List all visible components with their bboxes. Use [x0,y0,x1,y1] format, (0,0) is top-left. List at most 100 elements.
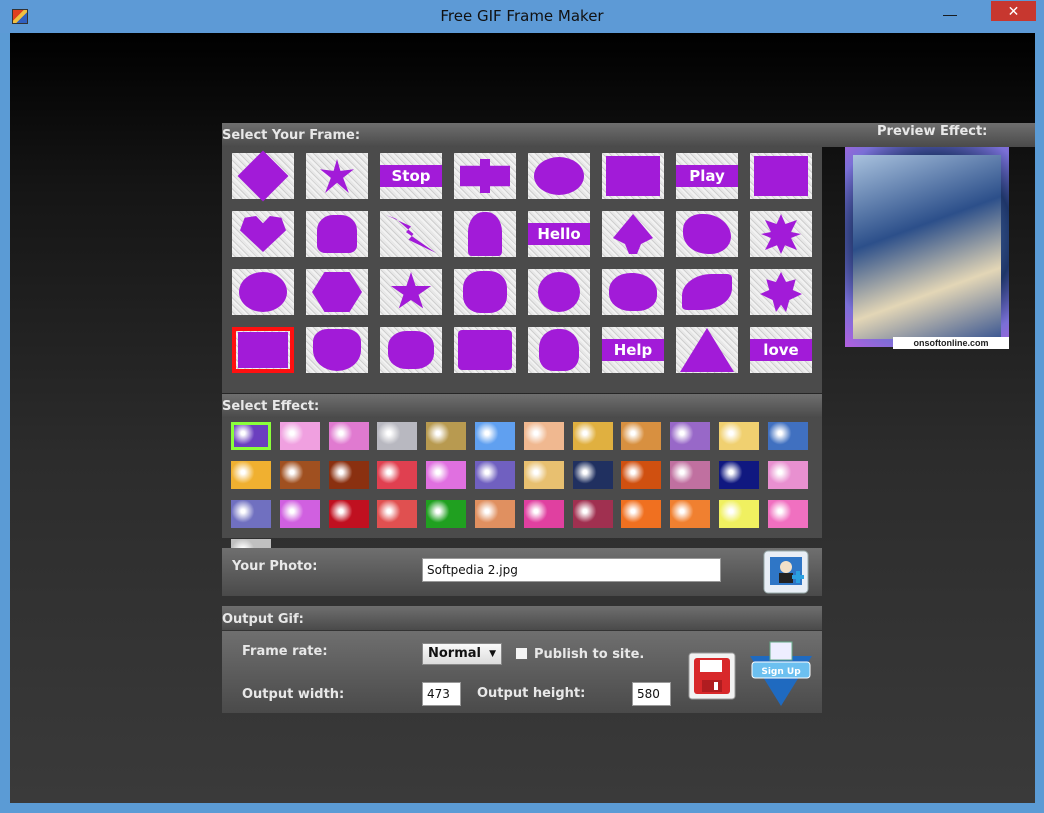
effect-option[interactable] [279,461,320,489]
leaf-shape [682,274,732,310]
effect-option[interactable] [426,461,467,489]
effect-option[interactable] [231,422,271,450]
frame-option-play[interactable]: Play [676,153,738,199]
effect-option[interactable] [572,461,613,489]
effect-option[interactable] [328,500,369,528]
frame-option-hello[interactable]: Hello [528,211,590,257]
frame-option-seal[interactable] [528,269,590,315]
frame-option-square-alt[interactable] [750,153,812,199]
effect-option[interactable] [719,422,759,450]
output-header-bar [222,606,822,630]
frame-option-square[interactable] [602,153,664,199]
app-window: Free GIF Frame Maker — ✕ Select Your Fra… [0,0,1044,813]
effect-option[interactable] [670,461,711,489]
frame-option-starburst[interactable] [306,153,368,199]
triangle-shape [680,328,734,372]
frame-option-club[interactable] [306,211,368,257]
save-gif-button[interactable] [688,652,736,700]
frame-option-star-badge[interactable] [750,211,812,257]
effect-option[interactable] [475,422,515,450]
frame-option-rounded-square[interactable] [454,327,516,373]
preview-heading: Preview Effect: [877,124,988,139]
effect-option[interactable] [621,422,662,450]
effect-option[interactable] [572,500,613,528]
frame-option-diamond[interactable] [232,150,294,202]
frame-option-heart[interactable] [232,211,294,257]
effect-option[interactable] [426,422,467,450]
frame-option-circle[interactable] [232,269,294,315]
frame-option-star[interactable] [380,269,442,315]
effect-option[interactable] [719,461,759,489]
effect-option[interactable] [523,500,564,528]
frame-option-triangle[interactable] [676,327,738,373]
frame-option-puzzle[interactable] [454,153,516,199]
frame-option-flower[interactable] [454,269,516,315]
sign-up-button[interactable]: Sign Up [742,640,820,708]
frame-option-skull[interactable] [528,327,590,373]
starburst-shape [320,159,354,193]
effect-option[interactable] [767,500,808,528]
effect-option[interactable] [426,500,467,528]
shield-shape [313,329,361,371]
close-button[interactable]: ✕ [991,1,1036,21]
photo-filename-field[interactable]: Softpedia 2.jpg [422,558,721,582]
effect-option[interactable] [670,422,711,450]
effect-option[interactable] [377,461,418,489]
diamond-shape [237,150,289,202]
skull-shape [539,329,579,371]
window-title: Free GIF Frame Maker [440,7,604,25]
ellipse-shape [534,157,584,195]
effect-option[interactable] [767,422,808,450]
minimize-button[interactable]: — [937,4,963,24]
frame-option-splat[interactable] [676,211,738,257]
frame-option-cloud[interactable] [602,269,664,315]
frame-option-maple-leaf[interactable] [750,269,812,315]
preview-watermark: onsoftonline.com [893,337,1009,349]
effect-heading: Select Effect: [222,399,320,414]
frame-option-leaf[interactable] [676,269,738,315]
output-width-field[interactable]: 473 [422,682,461,706]
lightning-shape [386,215,436,253]
output-height-field[interactable]: 580 [632,682,671,706]
effect-option[interactable] [572,422,613,450]
frame-option-shield[interactable] [306,327,368,373]
frame-rate-select[interactable]: Normal ▼ [422,643,502,665]
effect-option[interactable] [523,422,564,450]
effect-option[interactable] [670,500,711,528]
frame-option-love[interactable]: love [750,327,812,373]
effect-option[interactable] [377,500,418,528]
frame-option-lightning[interactable] [380,211,442,257]
effect-option[interactable] [328,422,369,450]
frame-option-rough-square[interactable] [232,327,294,373]
effect-option[interactable] [231,461,271,489]
frame-option-scribble[interactable] [380,327,442,373]
effect-option[interactable] [279,422,320,450]
frame-option-stop[interactable]: Stop [380,153,442,199]
frame-option-help[interactable]: Help [602,327,664,373]
publish-label: Publish to site. [534,647,645,662]
frame-option-hexagon[interactable] [306,269,368,315]
effect-option[interactable] [328,461,369,489]
browse-photo-button[interactable] [762,549,810,595]
effect-option[interactable] [377,422,418,450]
rough-square-shape [238,332,288,368]
effect-option[interactable] [279,500,320,528]
frame-option-ellipse[interactable] [528,153,590,199]
publish-checkbox[interactable] [515,647,528,660]
effect-option[interactable] [621,500,662,528]
heart-shape [240,216,286,252]
scribble-shape [388,331,434,369]
effect-option[interactable] [719,500,759,528]
effect-option[interactable] [231,500,271,528]
frame-option-silhouette[interactable] [454,211,516,257]
output-width-label: Output width: [242,687,345,702]
effect-option[interactable] [475,500,515,528]
effect-option[interactable] [621,461,662,489]
frame-option-spade[interactable] [602,211,664,257]
effect-option[interactable] [523,461,564,489]
spade-shape [613,214,653,254]
effect-option[interactable] [475,461,515,489]
frame-label-stop: Stop [380,165,442,187]
effect-option[interactable] [767,461,808,489]
frame-label-play: Play [676,165,738,187]
